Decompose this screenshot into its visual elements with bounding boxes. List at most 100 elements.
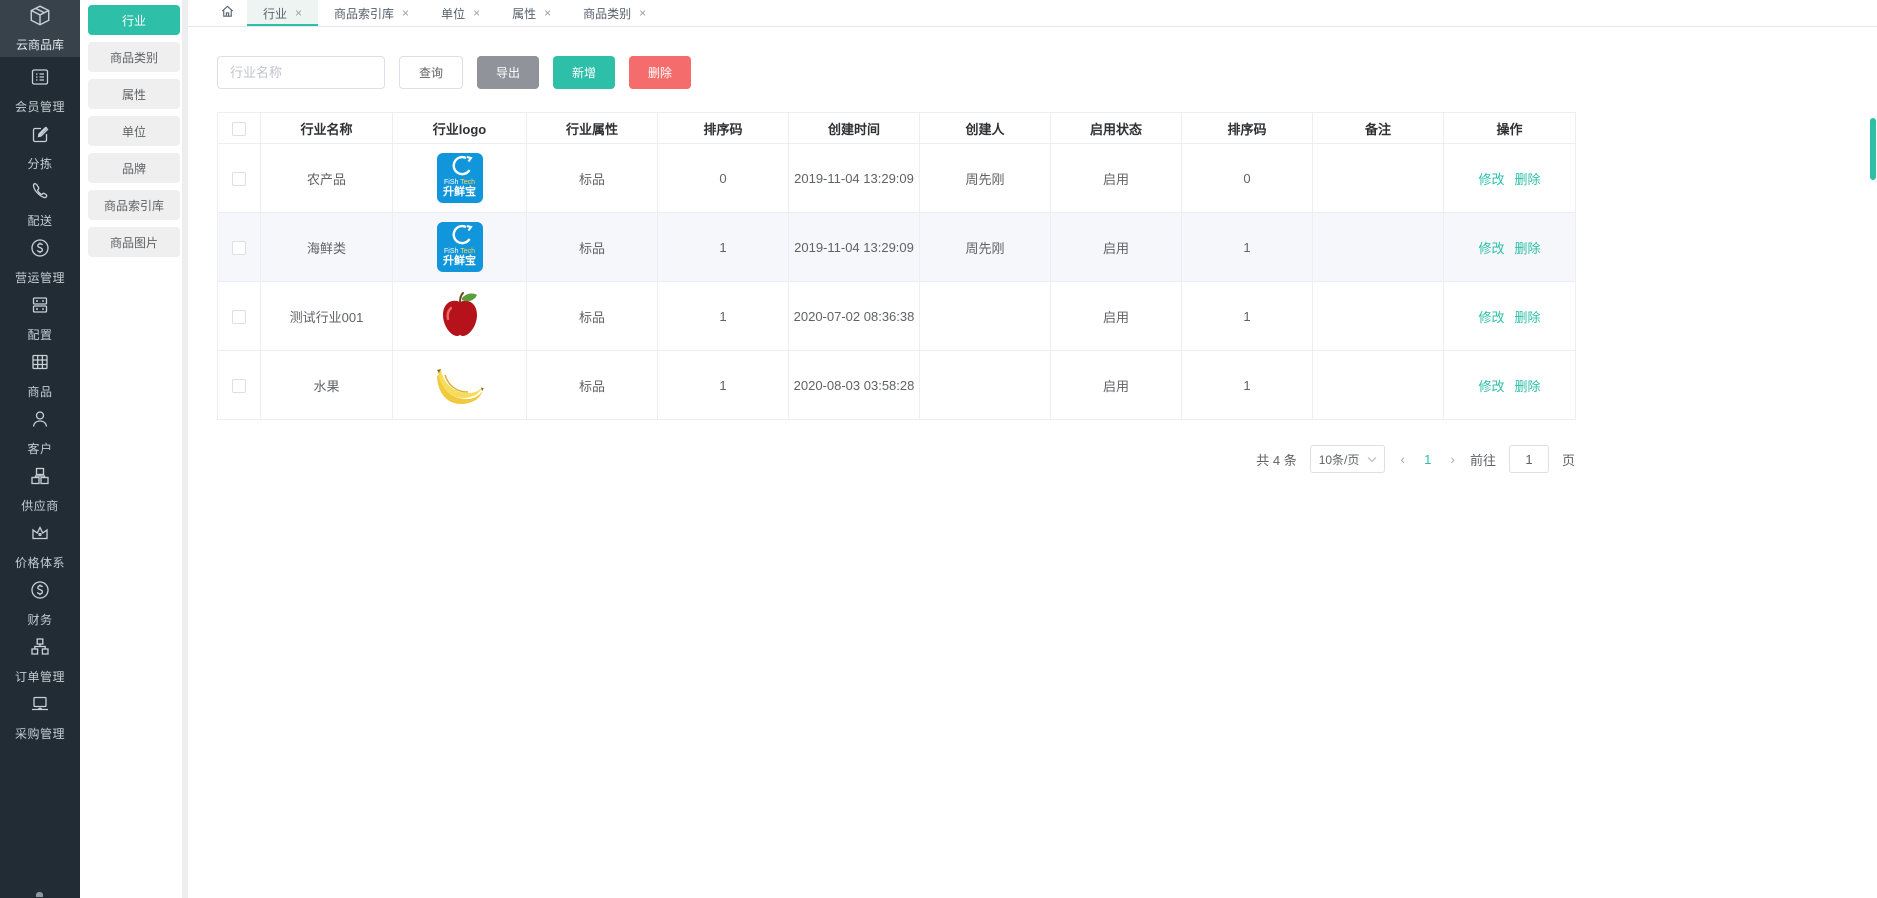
pagination: 共 4 条 10条/页 ‹ 1 › 前往 页 <box>217 445 1575 473</box>
col-header-status: 启用状态 <box>1050 112 1182 144</box>
tab-unit[interactable]: 单位 × <box>425 0 496 26</box>
edit-link[interactable]: 修改 <box>1478 172 1504 187</box>
goto-label: 前往 <box>1469 452 1496 468</box>
edit-link[interactable]: 修改 <box>1478 379 1504 394</box>
banana-image <box>435 363 485 408</box>
delete-link[interactable]: 删除 <box>1515 379 1541 394</box>
edit-link[interactable]: 修改 <box>1478 310 1504 325</box>
submenu-item-attribute[interactable]: 属性 <box>88 79 180 109</box>
laptop-icon <box>29 693 51 720</box>
active-tab-indicator <box>247 24 319 26</box>
add-button[interactable]: 新增 <box>553 56 616 89</box>
sidebar-item-operations[interactable]: 营运管理 <box>0 233 80 290</box>
blocks-icon <box>29 465 51 492</box>
app-logo[interactable]: 云商品库 <box>0 0 80 57</box>
table-row: 海鲜类 FiSh Tech 升鲜宝 标品 1 2019-11-04 13:29:… <box>217 212 1576 282</box>
goto-page-input[interactable] <box>1508 445 1549 473</box>
col-header-creator: 创建人 <box>919 112 1051 144</box>
table-row: 农产品 FiSh Tech 升鲜宝 标品 0 2019-11-04 13:29:… <box>217 143 1576 213</box>
phone-icon <box>29 180 51 207</box>
sidebar-item-goods[interactable]: 商品 <box>0 347 80 404</box>
sidebar-item-orders[interactable]: 订单管理 <box>0 632 80 689</box>
submenu-item-category[interactable]: 商品类别 <box>88 42 180 72</box>
tab-category[interactable]: 商品类别 × <box>567 0 662 26</box>
total-count: 共 4 条 <box>1256 452 1297 468</box>
col-header-attr: 行业属性 <box>526 112 658 144</box>
row-checkbox[interactable] <box>232 171 246 186</box>
col-header-name: 行业名称 <box>260 112 393 144</box>
sidebar-item-finance[interactable]: 财务 <box>0 575 80 632</box>
col-header-remark: 备注 <box>1312 112 1444 144</box>
member-card-icon <box>29 66 51 93</box>
primary-sidebar: 云商品库 会员管理 分拣 配送 营运管理 配置 商品 客户 供应商 价格体系 财… <box>0 0 80 898</box>
col-header-sort: 排序码 <box>657 112 789 144</box>
grid-icon <box>29 351 51 378</box>
col-header-sort2: 排序码 <box>1181 112 1313 144</box>
row-checkbox[interactable] <box>232 309 246 324</box>
home-icon <box>220 4 235 22</box>
fish-tech-logo: FiSh Tech 升鲜宝 <box>436 222 483 272</box>
sidebar-item-config[interactable]: 配置 <box>0 290 80 347</box>
package-cube-icon <box>28 4 52 33</box>
close-icon[interactable]: × <box>402 7 409 19</box>
export-button[interactable]: 导出 <box>477 56 540 89</box>
query-button[interactable]: 查询 <box>399 56 464 89</box>
col-header-actions: 操作 <box>1443 112 1576 144</box>
crown-icon <box>29 522 51 549</box>
tab-home[interactable] <box>208 0 247 26</box>
delete-button[interactable]: 删除 <box>629 56 692 89</box>
row-checkbox[interactable] <box>232 240 246 255</box>
tab-attribute[interactable]: 属性 × <box>496 0 567 26</box>
col-header-created: 创建时间 <box>788 112 920 144</box>
delete-link[interactable]: 删除 <box>1515 241 1541 256</box>
tab-bar: 行业 × 商品索引库 × 单位 × 属性 × 商品类别 × <box>188 0 1877 27</box>
server-icon <box>29 294 51 321</box>
dollar-circle-icon <box>29 579 51 606</box>
close-icon[interactable]: × <box>544 7 551 19</box>
sidebar-item-pricing[interactable]: 价格体系 <box>0 518 80 575</box>
filter-toolbar: 查询 导出 新增 删除 <box>217 56 1877 89</box>
row-checkbox[interactable] <box>232 378 246 393</box>
sitemap-icon <box>29 636 51 663</box>
page-unit-label: 页 <box>1561 452 1575 468</box>
submenu-item-brand[interactable]: 品牌 <box>88 153 180 183</box>
submenu-item-product-images[interactable]: 商品图片 <box>88 227 180 257</box>
sidebar-item-supplier[interactable]: 供应商 <box>0 461 80 518</box>
current-page-number[interactable]: 1 <box>1420 452 1435 467</box>
tab-index-library[interactable]: 商品索引库 × <box>318 0 425 26</box>
industry-table: 行业名称 行业logo 行业属性 排序码 创建时间 创建人 启用状态 排序码 备… <box>217 112 1576 420</box>
page-size-select[interactable]: 10条/页 <box>1309 445 1386 473</box>
close-icon[interactable]: × <box>473 7 480 19</box>
close-icon[interactable]: × <box>295 7 302 19</box>
table-header-row: 行业名称 行业logo 行业属性 排序码 创建时间 创建人 启用状态 排序码 备… <box>217 112 1576 144</box>
app-title: 云商品库 <box>15 38 64 52</box>
sidebar-next-item-peek <box>36 892 43 897</box>
table-row: 测试行业001 标品 1 2020-07-02 08:36:38 启用 1 修改… <box>217 281 1576 351</box>
tab-industry[interactable]: 行业 × <box>247 0 319 26</box>
submenu-item-index-library[interactable]: 商品索引库 <box>88 190 180 220</box>
sidebar-item-sorting[interactable]: 分拣 <box>0 119 80 176</box>
user-icon <box>29 408 51 435</box>
sidebar-nav: 会员管理 分拣 配送 营运管理 配置 商品 客户 供应商 价格体系 财务 订单管… <box>0 57 80 746</box>
delete-link[interactable]: 删除 <box>1515 310 1541 325</box>
sidebar-item-delivery[interactable]: 配送 <box>0 176 80 233</box>
delete-link[interactable]: 删除 <box>1515 172 1541 187</box>
edit-link[interactable]: 修改 <box>1478 241 1504 256</box>
sidebar-item-purchase[interactable]: 采购管理 <box>0 689 80 746</box>
sidebar-item-member[interactable]: 会员管理 <box>0 62 80 119</box>
fish-tech-logo: FiSh Tech 升鲜宝 <box>436 153 483 203</box>
submenu-item-unit[interactable]: 单位 <box>88 116 180 146</box>
chevron-down-icon <box>1367 452 1377 466</box>
next-page-button[interactable]: › <box>1448 451 1457 467</box>
industry-name-input[interactable] <box>217 56 385 89</box>
col-header-logo: 行业logo <box>392 112 527 144</box>
vertical-scrollbar-thumb[interactable] <box>1870 118 1876 180</box>
submenu-panel: 行业 商品类别 属性 单位 品牌 商品索引库 商品图片 <box>80 0 188 898</box>
select-all-checkbox[interactable] <box>232 121 246 136</box>
prev-page-button[interactable]: ‹ <box>1398 451 1407 467</box>
sidebar-item-customer[interactable]: 客户 <box>0 404 80 461</box>
dollar-circle-icon <box>29 237 51 264</box>
close-icon[interactable]: × <box>639 7 646 19</box>
submenu-item-industry[interactable]: 行业 <box>88 5 180 35</box>
main-content: 行业 × 商品索引库 × 单位 × 属性 × 商品类别 × 查询 导出 新增 删… <box>188 0 1877 898</box>
